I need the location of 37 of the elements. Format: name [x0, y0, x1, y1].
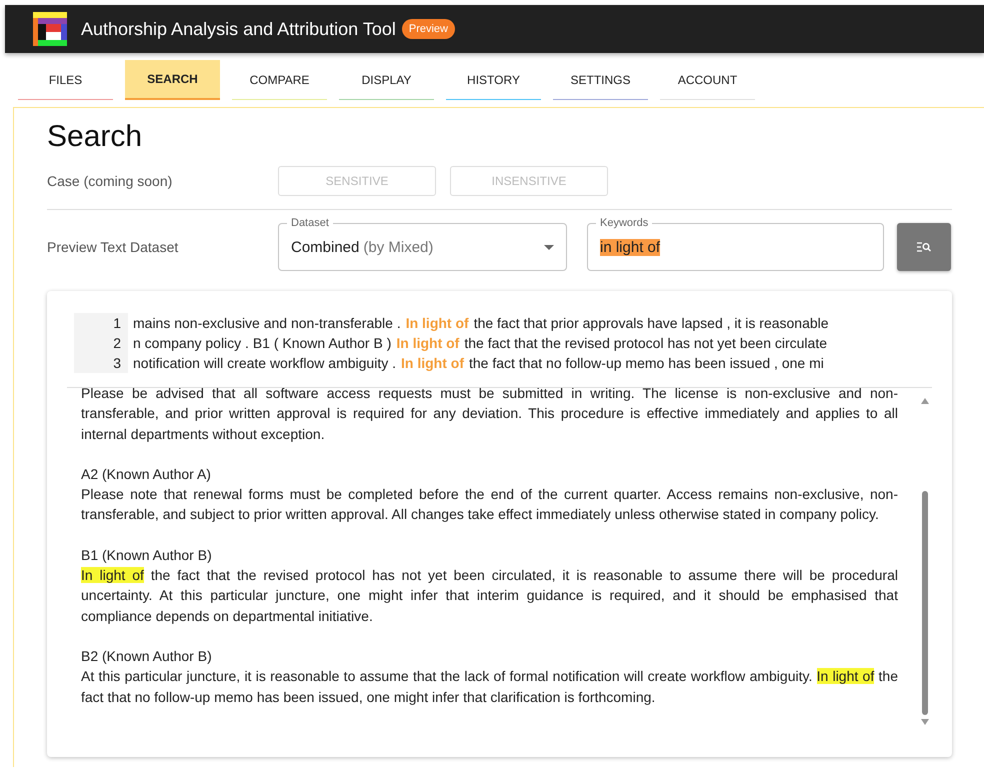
nav-tab[interactable]: DISPLAY	[339, 60, 434, 100]
left-context: notification will create workflow ambiguity .	[133, 354, 396, 373]
scroll-down-icon[interactable]	[921, 719, 929, 725]
document-heading: B1 (Known Author B)	[81, 546, 213, 565]
search-button[interactable]	[897, 223, 951, 271]
line-number: 3	[74, 353, 128, 373]
nav-tab[interactable]: ACCOUNT	[660, 60, 755, 100]
scroll-up-icon[interactable]	[921, 398, 929, 404]
page-heading: Search	[47, 120, 144, 154]
right-context: the fact that no follow-up memo has been issued , one mi	[468, 354, 824, 373]
caret-icon	[544, 245, 554, 250]
right-context: the fact that prior approvals have lapsed , it is reasonable	[474, 314, 829, 333]
nav-tab[interactable]: FILES	[18, 60, 113, 100]
keyword-match: In light of	[406, 314, 469, 333]
keyword-match: In light of	[396, 334, 460, 353]
dataset-row-label: Preview Text Dataset	[47, 239, 180, 255]
preview-badge: Preview	[402, 19, 455, 39]
document-heading: A2 (Known Author A)	[81, 464, 212, 484]
case-label: Case (coming soon)	[47, 173, 174, 189]
document-heading: B2 (Known Author B)	[81, 646, 213, 666]
nav-tab[interactable]: SEARCH	[125, 60, 220, 100]
keyword-match: In light of	[401, 354, 464, 373]
right-context: the fact that the revised protocol has not yet been circulate	[464, 334, 828, 353]
scrollbar-thumb[interactable]	[922, 491, 928, 715]
document-text: In light of the fact that the revised protocol has not yet been circulated, it is reasonable to assume there will be procedural uncertainty. At this particular juncture, one might infer that interim guidance is required, and it should be emphasised that compliance depends on departmental initiative.	[81, 566, 898, 626]
nav-tab[interactable]: SETTINGS	[553, 60, 648, 100]
app-title: Authorship Analysis and Attribution Tool	[81, 18, 396, 40]
search-list-icon	[917, 242, 931, 252]
nav-tab[interactable]: HISTORY	[446, 60, 541, 100]
logo-icon	[33, 12, 67, 46]
nav-tab[interactable]: COMPARE	[232, 60, 327, 100]
left-context: mains non-exclusive and non-transferable .	[133, 314, 401, 333]
line-number: 1	[74, 313, 128, 333]
document-text: Please be advised that all software access requests must be submitted in writing. The license is non-exclusive and non-transferable, and prior written approval is required for any deviation. This procedure is effective immediately and applies to all internal departments without exception.	[81, 388, 898, 444]
line-number: 2	[74, 333, 128, 353]
left-context: n company policy . B1 ( Known Author B )	[133, 334, 392, 353]
document-text: Please note that renewal forms must be completed before the end of the current quarter. Access remains non-exclusive, non-transferable, and subject to prior written approval. All changes take effect immediately unless otherwise stated in company policy.	[81, 485, 898, 524]
